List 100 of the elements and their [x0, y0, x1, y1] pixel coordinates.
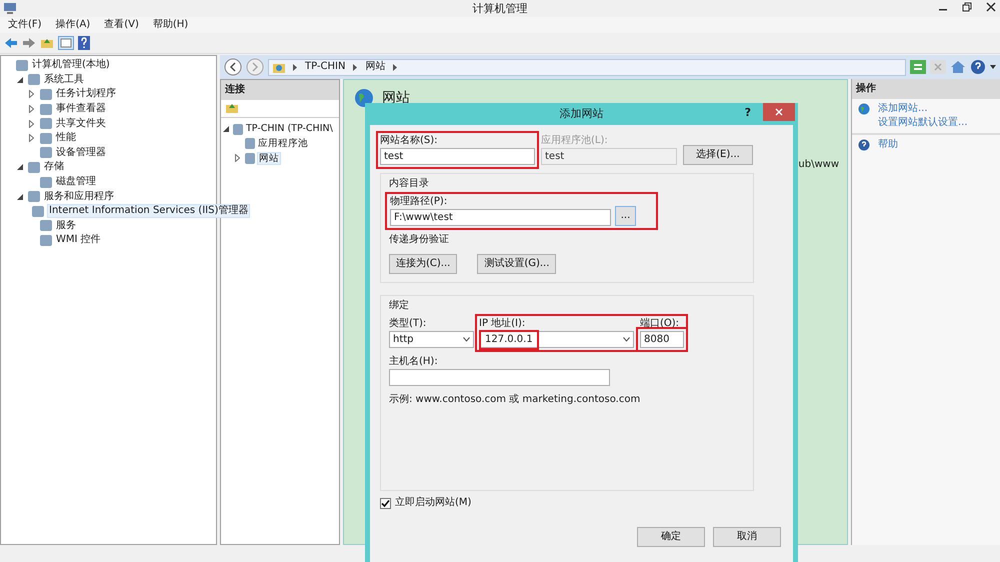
field-label: 主机名(H): [389, 356, 439, 368]
field-label: 类型(T): [389, 318, 428, 330]
collapse-arrow-icon[interactable] [223, 124, 231, 134]
checkbox[interactable] [380, 498, 391, 508]
expand-arrow-icon[interactable] [29, 90, 37, 99]
node-icon [16, 60, 28, 71]
tree-item[interactable]: 事件查看器 [55, 103, 107, 116]
help-icon[interactable] [78, 36, 90, 50]
input-field[interactable]: 8080 [640, 331, 684, 348]
console-tree-icon[interactable] [58, 36, 74, 50]
node-icon [245, 152, 255, 164]
menu-item[interactable]: 查看(V) [104, 19, 139, 31]
globe-icon [858, 103, 870, 115]
help-icon[interactable] [970, 59, 986, 75]
tree-item[interactable]: Internet Information Services (IIS)管理器 [47, 204, 250, 218]
tree-item[interactable]: 磁盘管理 [55, 176, 97, 188]
computer-icon [3, 2, 17, 15]
tree-item[interactable]: TP-CHIN (TP-CHIN\ [245, 123, 334, 135]
tree-item[interactable]: 存储 [43, 161, 65, 174]
node-icon [40, 176, 52, 188]
dialog-title: 添加网站 [560, 107, 604, 121]
restore-icon[interactable] [962, 2, 972, 12]
input-field[interactable] [389, 369, 610, 386]
panel-header: 连接 [221, 80, 339, 100]
tree-item[interactable]: 任务计划程序 [55, 88, 117, 100]
help-button[interactable]: ? [744, 106, 751, 120]
collapse-arrow-icon[interactable] [17, 163, 25, 172]
node-icon [40, 132, 52, 144]
folder-up-icon[interactable] [225, 102, 239, 114]
site-icon [273, 62, 285, 72]
node-icon [28, 74, 40, 86]
node-icon [245, 138, 255, 150]
back-arrow-icon[interactable] [4, 37, 18, 49]
browse-button[interactable]: ... [615, 206, 636, 226]
window-title: 计算机管理 [472, 2, 528, 16]
action-link[interactable]: 设置网站默认设置... [856, 116, 996, 130]
help-icon [858, 139, 870, 151]
home-icon[interactable] [950, 60, 966, 74]
field-label: 物理路径(P): [390, 196, 448, 208]
node-icon [40, 147, 52, 158]
close-icon [775, 108, 783, 116]
dropdown-caret-icon[interactable] [990, 65, 996, 69]
tree-item[interactable]: 服务和应用程序 [43, 190, 115, 203]
node-icon [233, 124, 243, 135]
breadcrumb-item[interactable]: 网站 [365, 61, 386, 73]
forward-arrow-icon[interactable] [22, 37, 36, 49]
close-icon[interactable] [986, 2, 996, 12]
field-label: 传递身份验证 [389, 234, 450, 246]
input-field[interactable]: F:\www\test [390, 209, 611, 226]
folder-up-icon[interactable] [40, 37, 54, 49]
action-link[interactable]: 添加网站... [856, 102, 996, 116]
expand-arrow-icon[interactable] [29, 119, 37, 128]
node-icon [40, 220, 52, 232]
field-label: IP 地址(I): [479, 318, 526, 330]
panel-header: 操作 [852, 79, 1000, 99]
tree-item[interactable]: WMI 控件 [55, 234, 102, 246]
table-cell: ub\www [798, 159, 839, 171]
tree-item[interactable]: 共享文件夹 [55, 118, 107, 130]
breadcrumb-item[interactable]: TP-CHIN [305, 61, 346, 73]
tree-item[interactable]: 系统工具 [43, 74, 85, 86]
back-button-icon[interactable] [224, 58, 242, 76]
tree-item[interactable]: 计算机管理(本地) [31, 59, 111, 72]
dropdown-field[interactable]: http [389, 331, 474, 348]
expand-arrow-icon[interactable] [29, 104, 37, 114]
dropdown-field[interactable]: 127.0.0.1 [479, 331, 634, 348]
chevron-icon [393, 64, 398, 70]
expand-arrow-icon[interactable] [29, 134, 37, 142]
select-button[interactable]: 选择(E)... [683, 145, 753, 165]
collapse-arrow-icon[interactable] [17, 192, 25, 201]
input-field[interactable]: test [380, 148, 535, 165]
node-icon [40, 118, 52, 130]
node-icon [40, 234, 52, 246]
page-title: 网站 [382, 90, 410, 106]
dialog-button[interactable]: 测试设置(G)... [477, 254, 556, 274]
chevron-icon [353, 64, 358, 70]
tree-item[interactable]: 性能 [55, 132, 77, 144]
expand-arrow-icon[interactable] [235, 154, 243, 162]
action-link[interactable]: 帮助 [856, 138, 996, 152]
caret-icon [623, 337, 630, 342]
menu-item[interactable]: 文件(F) [8, 19, 42, 31]
tree-item[interactable]: 设备管理器 [55, 146, 107, 159]
field-label: 网站名称(S): [380, 135, 439, 147]
group-title: 内容目录 [389, 178, 430, 190]
collapse-arrow-icon[interactable] [17, 76, 25, 84]
menu-item[interactable]: 帮助(H) [152, 19, 188, 31]
menu-item[interactable]: 操作(A) [56, 19, 90, 31]
tree-item[interactable]: 网站 [257, 152, 281, 165]
close-button[interactable] [763, 103, 795, 121]
checkbox-label: 立即启动网站(M) [395, 497, 472, 509]
tree-item[interactable]: 服务 [55, 220, 77, 232]
chevron-icon [293, 64, 297, 70]
node-icon [32, 206, 44, 217]
dialog-button[interactable]: 取消 [713, 527, 781, 547]
group-title: 绑定 [389, 300, 410, 312]
field-label: 端口(O): [640, 318, 680, 330]
caret-icon [463, 337, 470, 342]
dialog-button[interactable]: 确定 [637, 527, 705, 547]
dialog-button[interactable]: 连接为(C)... [389, 254, 458, 274]
tree-item[interactable]: 应用程序池 [257, 138, 309, 150]
node-icon [40, 88, 52, 100]
